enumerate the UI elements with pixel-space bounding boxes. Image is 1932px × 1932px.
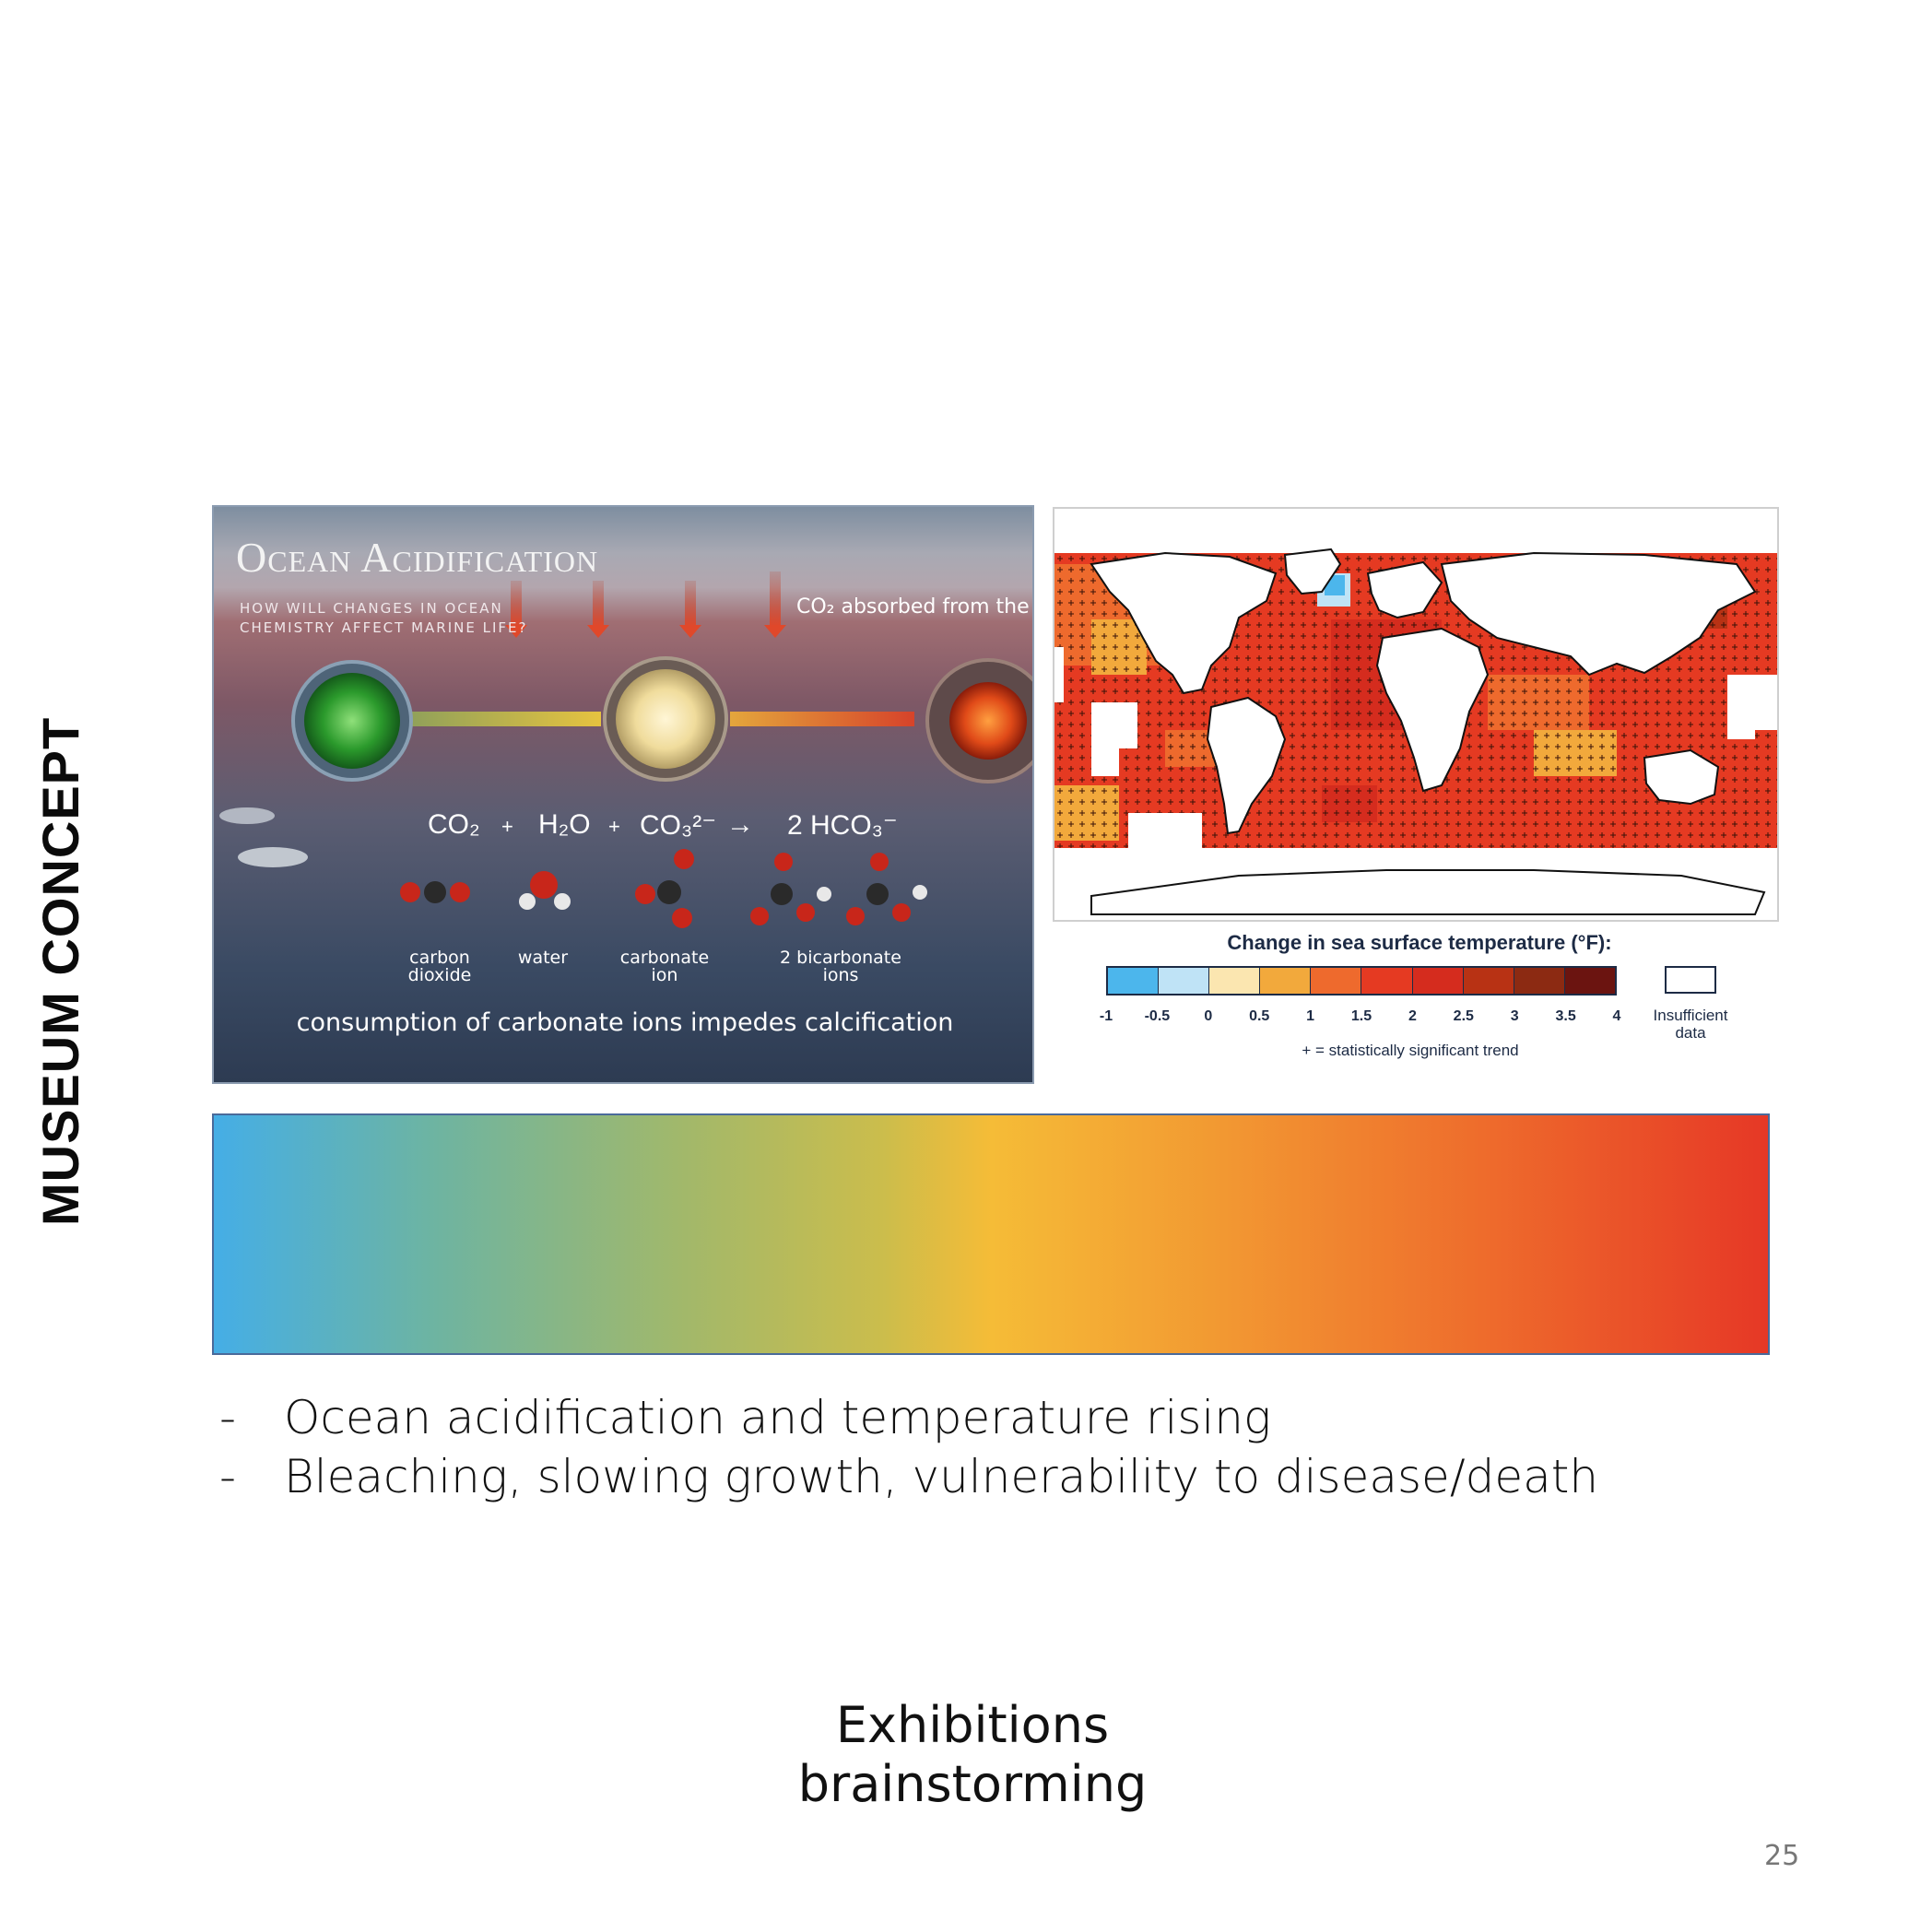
eq-term-h2o: H₂O	[538, 809, 591, 840]
legend-tick-label: 0.5	[1249, 1008, 1270, 1024]
legend-tick-label: 3	[1510, 1008, 1519, 1024]
trend-note: + = statistically significant trend	[1302, 1042, 1519, 1059]
closing-heading: Exhibitions brainstorming	[701, 1696, 1244, 1814]
legend-color-cell	[1159, 968, 1210, 994]
label-carbonate-ion: carbonate ion	[619, 948, 710, 985]
infographic-title: Ocean Acidification	[236, 534, 599, 581]
co2-absorbed-note: CO₂ absorbed from the atm	[796, 595, 1032, 618]
label-bicarbonate-ions: 2 bicarbonate ions	[780, 948, 901, 985]
legend-tick-label: 2.5	[1453, 1008, 1474, 1024]
legend-color-cell	[1463, 968, 1514, 994]
infographic-caption: consumption of carbonate ions impedes ca…	[296, 1008, 954, 1037]
ocean-acidification-infographic: Ocean Acidification How will changes in …	[212, 505, 1034, 1084]
legend-tick-label: -0.5	[1144, 1008, 1171, 1024]
legend-color-cell	[1564, 968, 1615, 994]
chemical-equation: CO₂ + H₂O + CO₃²⁻ → 2 HCO₃⁻	[214, 809, 1032, 855]
world-map-art	[1054, 548, 1777, 920]
legend-tick-label: 2	[1408, 1008, 1417, 1024]
co2-molecule	[400, 881, 470, 903]
map-legend-title: Change in sea surface temperature (°F):	[1227, 931, 1612, 954]
legend-color-cell	[1260, 968, 1312, 994]
bullet-text: Ocean acidification and temperature risi…	[284, 1391, 1271, 1444]
water-molecule	[519, 871, 571, 910]
legend-tick-label: -1	[1099, 1008, 1113, 1024]
label-water: water	[517, 948, 569, 968]
eq-term-hco3: 2 HCO₃⁻	[787, 810, 898, 841]
bullet-item: - Ocean acidification and temperature ri…	[219, 1388, 1598, 1447]
eq-plus: +	[608, 815, 620, 838]
insufficient-data-swatch	[1665, 966, 1716, 994]
insufficient-data-label: Insufficient data	[1653, 1007, 1728, 1042]
sea-temperature-map	[1053, 507, 1779, 922]
page-number: 25	[1764, 1840, 1800, 1872]
closing-line: brainstorming	[797, 1755, 1148, 1813]
bullet-item: - Bleaching, slowing growth, vulnerabili…	[219, 1447, 1598, 1506]
bullet-list: - Ocean acidification and temperature ri…	[219, 1388, 1598, 1506]
closing-line: Exhibitions	[835, 1696, 1110, 1754]
map-legend-color-scale	[1106, 966, 1617, 995]
legend-color-cell	[1209, 968, 1261, 994]
legend-color-cell	[1361, 968, 1413, 994]
section-title-vertical: MUSEUM CONCEPT	[31, 716, 89, 1226]
legend-color-cell	[1412, 968, 1464, 994]
eq-term-co2: CO₂	[428, 809, 480, 840]
bullet-text: Bleaching, slowing growth, vulnerability…	[284, 1450, 1599, 1503]
infographic-subtitle: How will changes in ocean chemistry affe…	[240, 600, 528, 636]
infographic-art	[219, 571, 1032, 928]
color-gradient-band	[212, 1113, 1770, 1355]
carbonate-molecule	[635, 849, 694, 928]
bicarbonate-molecules	[750, 853, 927, 925]
bullet-marker: -	[219, 1450, 237, 1503]
legend-color-cell	[1311, 968, 1362, 994]
legend-color-cell	[1514, 968, 1565, 994]
legend-tick-label: 0	[1204, 1008, 1213, 1024]
eq-term-co3: CO₃²⁻	[640, 810, 717, 841]
bullet-marker: -	[219, 1391, 237, 1444]
eq-plus: +	[501, 815, 513, 838]
legend-color-cell	[1108, 968, 1160, 994]
eq-arrow: →	[726, 809, 754, 840]
label-carbon-dioxide: carbon dioxide	[407, 948, 472, 985]
legend-tick-label: 4	[1612, 1008, 1621, 1024]
legend-tick-label: 1.5	[1350, 1008, 1372, 1024]
legend-tick-label: 3.5	[1555, 1008, 1576, 1024]
legend-tick-label: 1	[1306, 1008, 1315, 1024]
